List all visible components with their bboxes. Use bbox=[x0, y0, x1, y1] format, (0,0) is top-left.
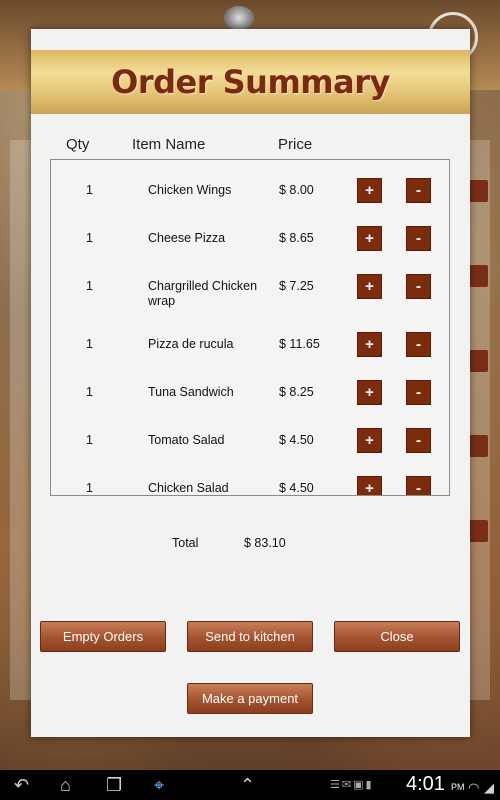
order-item-row: 1 Tomato Salad $ 4.50 + - bbox=[51, 428, 449, 476]
order-item-row: 1 Pizza de rucula $ 11.65 + - bbox=[51, 332, 449, 380]
recent-apps-icon[interactable]: ❐ bbox=[106, 774, 122, 796]
decrease-qty-button[interactable]: - bbox=[406, 226, 431, 251]
item-price: $ 7.25 bbox=[279, 279, 314, 293]
order-item-row: 1 Chargrilled Chicken wrap $ 7.25 + - bbox=[51, 274, 449, 322]
item-price: $ 4.50 bbox=[279, 481, 314, 495]
increase-qty-button[interactable]: + bbox=[357, 380, 382, 405]
send-to-kitchen-button[interactable]: Send to kitchen bbox=[187, 621, 313, 652]
item-name: Chicken Salad bbox=[148, 481, 229, 495]
item-qty: 1 bbox=[86, 337, 93, 351]
decrease-qty-button[interactable]: - bbox=[406, 332, 431, 357]
background-lamp bbox=[224, 6, 254, 30]
screenshot-icon[interactable]: ⌖ bbox=[154, 774, 164, 796]
item-qty: 1 bbox=[86, 231, 93, 245]
order-items-list[interactable]: 1 Chicken Wings $ 8.00 + - 1 Cheese Pizz… bbox=[50, 159, 450, 496]
item-name: Tuna Sandwich bbox=[148, 385, 234, 399]
close-button[interactable]: Close bbox=[334, 621, 460, 652]
item-name: Chargrilled Chicken wrap bbox=[148, 279, 258, 308]
order-item-row: 1 Chicken Wings $ 8.00 + - bbox=[51, 178, 449, 226]
back-icon[interactable]: ↶ bbox=[14, 774, 29, 796]
empty-orders-button[interactable]: Empty Orders bbox=[40, 621, 166, 652]
item-qty: 1 bbox=[86, 481, 93, 495]
item-price: $ 11.65 bbox=[279, 337, 320, 351]
increase-qty-button[interactable]: + bbox=[357, 178, 382, 203]
decrease-qty-button[interactable]: - bbox=[406, 476, 431, 495]
clock-ampm: PM bbox=[451, 782, 465, 792]
order-summary-dialog: Order Summary Qty Item Name Price 1 Chic… bbox=[31, 29, 470, 737]
order-item-row: 1 Cheese Pizza $ 8.65 + - bbox=[51, 226, 449, 274]
item-name: Cheese Pizza bbox=[148, 231, 226, 245]
notification-icons: ☰✉▣▮ bbox=[330, 779, 374, 791]
item-price: $ 8.25 bbox=[279, 385, 314, 399]
column-header-qty: Qty bbox=[66, 136, 90, 153]
order-item-row: 1 Tuna Sandwich $ 8.25 + - bbox=[51, 380, 449, 428]
clock: 4:01 bbox=[406, 773, 445, 795]
increase-qty-button[interactable]: + bbox=[357, 332, 382, 357]
item-price: $ 8.65 bbox=[279, 231, 314, 245]
increase-qty-button[interactable]: + bbox=[357, 476, 382, 495]
wifi-icon: ◠ bbox=[468, 780, 480, 795]
item-price: $ 4.50 bbox=[279, 433, 314, 447]
home-icon[interactable]: ⌂ bbox=[60, 774, 71, 796]
item-name: Pizza de rucula bbox=[148, 337, 234, 351]
column-header-price: Price bbox=[278, 136, 313, 153]
decrease-qty-button[interactable]: - bbox=[406, 428, 431, 453]
up-arrow-icon[interactable]: ⌃ bbox=[240, 774, 255, 796]
dialog-title: Order Summary bbox=[111, 63, 390, 101]
total-label: Total bbox=[172, 536, 199, 550]
decrease-qty-button[interactable]: - bbox=[406, 178, 431, 203]
item-qty: 1 bbox=[86, 385, 93, 399]
item-name: Chicken Wings bbox=[148, 183, 232, 197]
item-price: $ 8.00 bbox=[279, 183, 314, 197]
item-qty: 1 bbox=[86, 279, 93, 293]
dialog-header: Order Summary bbox=[31, 50, 470, 114]
decrease-qty-button[interactable]: - bbox=[406, 274, 431, 299]
increase-qty-button[interactable]: + bbox=[357, 428, 382, 453]
signal-icon: ◢ bbox=[484, 780, 494, 795]
item-qty: 1 bbox=[86, 183, 93, 197]
decrease-qty-button[interactable]: - bbox=[406, 380, 431, 405]
increase-qty-button[interactable]: + bbox=[357, 226, 382, 251]
make-payment-button[interactable]: Make a payment bbox=[187, 683, 313, 714]
system-nav-bar: ↶ ⌂ ❐ ⌖ ⌃ ☰✉▣▮ 4:01 PM ◠ ◢ bbox=[0, 770, 500, 800]
increase-qty-button[interactable]: + bbox=[357, 274, 382, 299]
total-value: $ 83.10 bbox=[244, 536, 286, 550]
order-item-row: 1 Chicken Salad $ 4.50 + - bbox=[51, 476, 449, 495]
column-header-item-name: Item Name bbox=[132, 136, 206, 153]
item-name: Tomato Salad bbox=[148, 433, 225, 447]
item-qty: 1 bbox=[86, 433, 93, 447]
